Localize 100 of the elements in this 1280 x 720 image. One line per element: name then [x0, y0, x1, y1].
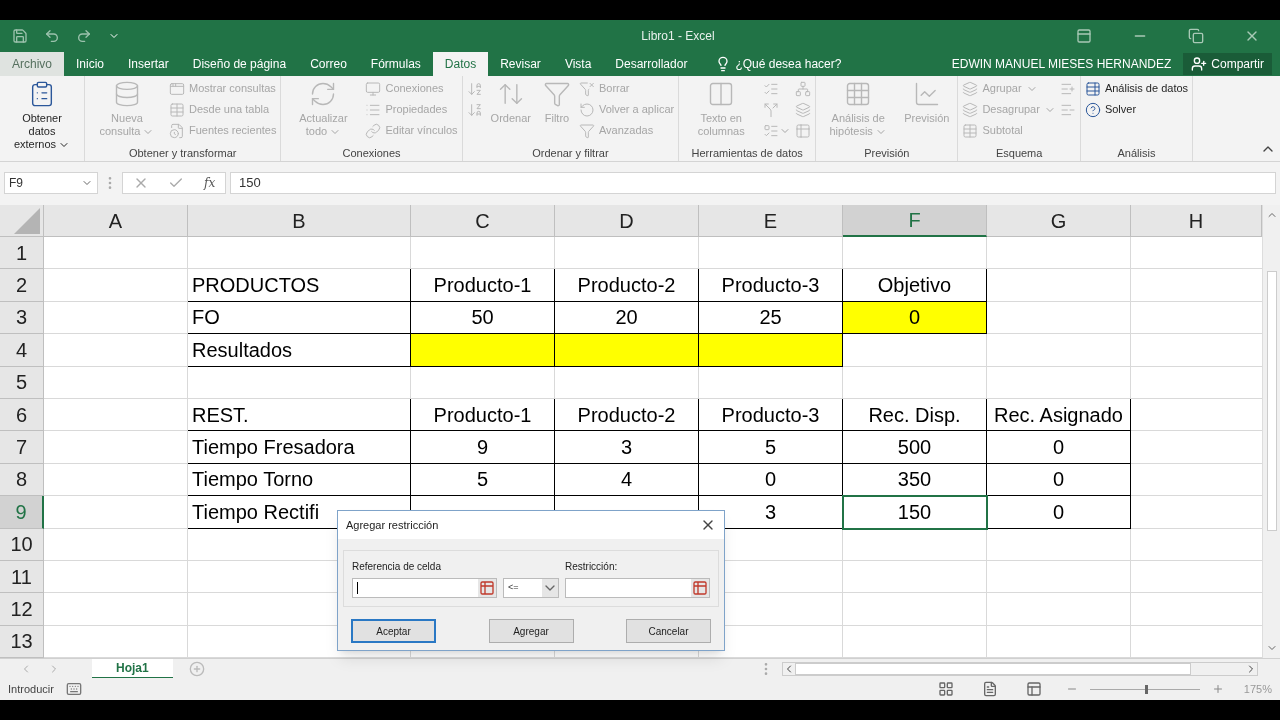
page-break-icon[interactable] [1026, 681, 1042, 697]
share-button[interactable]: Compartir [1183, 53, 1272, 75]
group-label: Herramientas de datos [690, 146, 804, 161]
table-cell: 5 [411, 463, 555, 497]
ribbon-tab[interactable]: Inicio [64, 52, 117, 76]
table-icon [795, 122, 812, 139]
table-cell: PRODUCTOS [188, 269, 411, 302]
row-header[interactable]: 4 [0, 334, 44, 367]
column-header[interactable]: D [555, 205, 699, 237]
table-cell: 150 [843, 496, 987, 529]
operator-select[interactable]: <= [503, 578, 559, 598]
split-icon [763, 101, 780, 118]
insert-function-button[interactable]: fx [204, 174, 216, 192]
table-cell: Producto-2 [555, 398, 699, 432]
table-cell: 0 [987, 431, 1131, 464]
row-header[interactable]: 8 [0, 463, 44, 497]
group-label: Obtener y transformar [127, 146, 238, 161]
column-header[interactable]: G [987, 205, 1131, 237]
name-box[interactable]: F9 [4, 172, 98, 194]
table-icon [1084, 80, 1101, 97]
row-header[interactable]: 9 [0, 496, 44, 529]
macro-icon[interactable] [65, 681, 82, 697]
zoom-slider-thumb[interactable] [1145, 684, 1148, 694]
column-header[interactable]: B [188, 205, 411, 237]
row-header[interactable]: 5 [0, 366, 44, 399]
user-name: EDWIN MANUEL MIESES HERNANDEZ [951, 56, 1172, 73]
row-header[interactable]: 2 [0, 269, 44, 302]
table-icon [962, 122, 979, 139]
table-cell: Tiempo Torno [188, 463, 411, 497]
table-cell: 0 [843, 301, 987, 335]
clear-filter-icon [578, 80, 595, 97]
restore-icon[interactable] [1188, 28, 1204, 44]
filter-icon [542, 80, 571, 108]
table-cell: 3 [555, 431, 699, 464]
group-label: Conexiones [341, 146, 402, 161]
normal-view-icon[interactable] [938, 681, 954, 697]
undo-icon[interactable] [44, 28, 60, 44]
column-header[interactable]: C [411, 205, 555, 237]
constraint-field[interactable] [565, 578, 710, 598]
window-title: Libro1 - Excel [641, 28, 715, 45]
dialog-button[interactable]: Cancelar [626, 619, 711, 643]
ribbon-display-icon[interactable] [1076, 28, 1092, 44]
ribbon-tab[interactable]: Correo [298, 52, 359, 76]
range-select-icon[interactable] [478, 579, 496, 597]
scrollbar-thumb[interactable] [1266, 271, 1277, 531]
ribbon-tab[interactable]: Fórmulas [358, 52, 433, 76]
row-header[interactable]: 13 [0, 625, 44, 658]
column-header[interactable]: F [843, 205, 987, 237]
table-cell: REST. [188, 398, 411, 432]
ribbon-button[interactable]: Solver [1084, 99, 1189, 120]
monitor-icon [365, 80, 382, 97]
page-layout-icon[interactable] [982, 681, 998, 697]
column-header[interactable]: A [44, 205, 188, 237]
formula-field[interactable]: 150 [230, 172, 1276, 194]
add-sheet-icon[interactable] [188, 660, 205, 677]
file-clock-icon [169, 122, 185, 139]
scrollbar-thumb[interactable] [795, 662, 1191, 675]
row-header[interactable]: 1 [0, 237, 44, 270]
ribbon-tab[interactable]: Vista [552, 52, 604, 76]
ribbon-tab[interactable]: Insertar [116, 52, 181, 76]
dialog-button[interactable]: Agregar [488, 619, 574, 643]
user-plus-icon [1191, 56, 1208, 72]
ribbon-tab[interactable]: Datos [432, 52, 489, 76]
layers-icon [962, 80, 979, 97]
ribbon-button[interactable]: Análisis de datos [1084, 78, 1189, 99]
sort-descending-icon [466, 101, 483, 118]
horizontal-scrollbar[interactable] [782, 661, 1258, 676]
ribbon-tab[interactable]: Revisar [488, 52, 553, 76]
row-header[interactable]: 11 [0, 560, 44, 594]
ribbon-button[interactable]: Obtener datos externos [4, 76, 80, 152]
table-cell: 9 [411, 431, 555, 464]
reapply-icon [578, 101, 595, 118]
ribbon-tab[interactable]: Archivo [0, 52, 64, 76]
range-select-icon[interactable] [691, 579, 709, 597]
row-header[interactable]: 12 [0, 593, 44, 626]
redo-icon[interactable] [76, 28, 92, 44]
ribbon-tab[interactable]: Diseño de página [180, 52, 299, 76]
cell-reference-field[interactable] [352, 578, 497, 598]
table-cell: 0 [987, 496, 1131, 529]
table-cell: 500 [843, 431, 987, 464]
row-header[interactable]: 3 [0, 301, 44, 335]
group-label: Previsión [863, 146, 911, 161]
row-header[interactable]: 10 [0, 528, 44, 561]
zoom-in-icon[interactable] [1212, 683, 1224, 695]
ribbon-tab[interactable]: Desarrollador [603, 52, 700, 76]
row-header[interactable]: 7 [0, 431, 44, 464]
dialog-button[interactable]: Aceptar [351, 619, 436, 643]
save-icon[interactable] [12, 28, 28, 44]
group-label: Ordenar y filtrar [531, 146, 610, 161]
row-header[interactable]: 6 [0, 398, 44, 432]
layers-icon [795, 101, 812, 118]
link-icon [365, 122, 382, 139]
table-icon [169, 101, 185, 118]
database-icon [113, 80, 141, 108]
table-cell: FO [188, 301, 411, 335]
tell-me-field[interactable]: ¿Qué desea hacer? [735, 55, 906, 73]
list-icon [763, 122, 780, 139]
sheet-tab[interactable]: Hoja1 [92, 658, 173, 679]
table-cell: Producto-3 [699, 398, 843, 432]
group-label: Esquema [994, 146, 1044, 161]
